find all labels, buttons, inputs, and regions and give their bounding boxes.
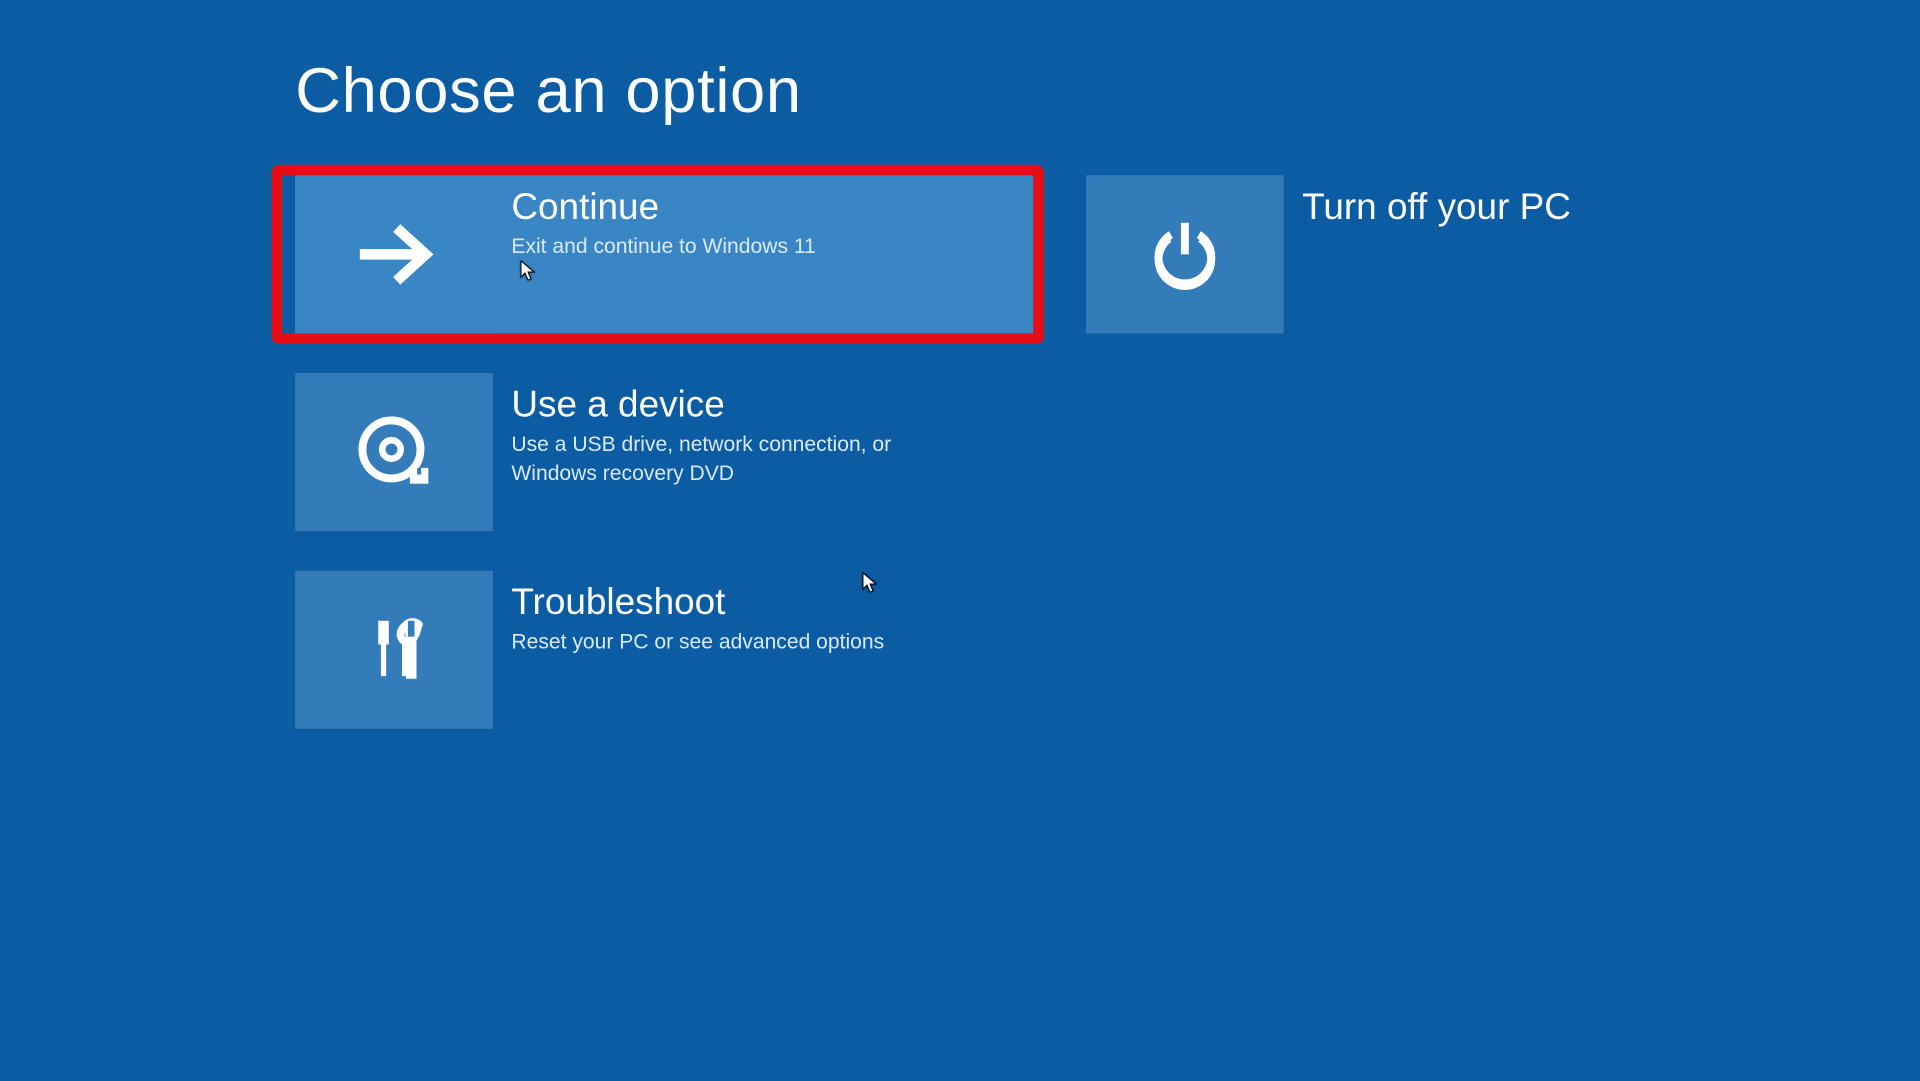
option-text: Use a device Use a USB drive, network co… [493,373,999,488]
option-text: Troubleshoot Reset your PC or see advanc… [493,571,911,657]
option-use-a-device[interactable]: Use a device Use a USB drive, network co… [295,373,1033,531]
option-title: Troubleshoot [511,581,884,623]
option-text: Continue Exit and continue to Windows 11 [493,175,842,261]
arrow-right-icon [295,175,493,333]
option-troubleshoot[interactable]: Troubleshoot Reset your PC or see advanc… [295,571,1033,729]
option-description: Exit and continue to Windows 11 [511,233,815,261]
page-title: Choose an option [295,55,1920,127]
tools-icon [295,571,493,729]
options-columns: Continue Exit and continue to Windows 11 [295,175,1920,768]
option-turn-off[interactable]: Turn off your PC [1086,175,1824,333]
option-text: Turn off your PC [1284,175,1598,233]
option-continue[interactable]: Continue Exit and continue to Windows 11 [295,175,1033,333]
power-icon [1086,175,1284,333]
option-title: Use a device [511,384,972,426]
option-title: Continue [511,186,815,228]
option-description: Reset your PC or see advanced options [511,629,884,657]
option-description: Use a USB drive, network connection, or … [511,431,972,488]
winre-choose-option-screen: Choose an option Continue Exit and conti… [0,0,1920,768]
options-column-right: Turn off your PC [1086,175,1824,768]
option-title: Turn off your PC [1302,186,1571,228]
options-column-left: Continue Exit and continue to Windows 11 [295,175,1033,768]
disc-icon [295,373,493,531]
